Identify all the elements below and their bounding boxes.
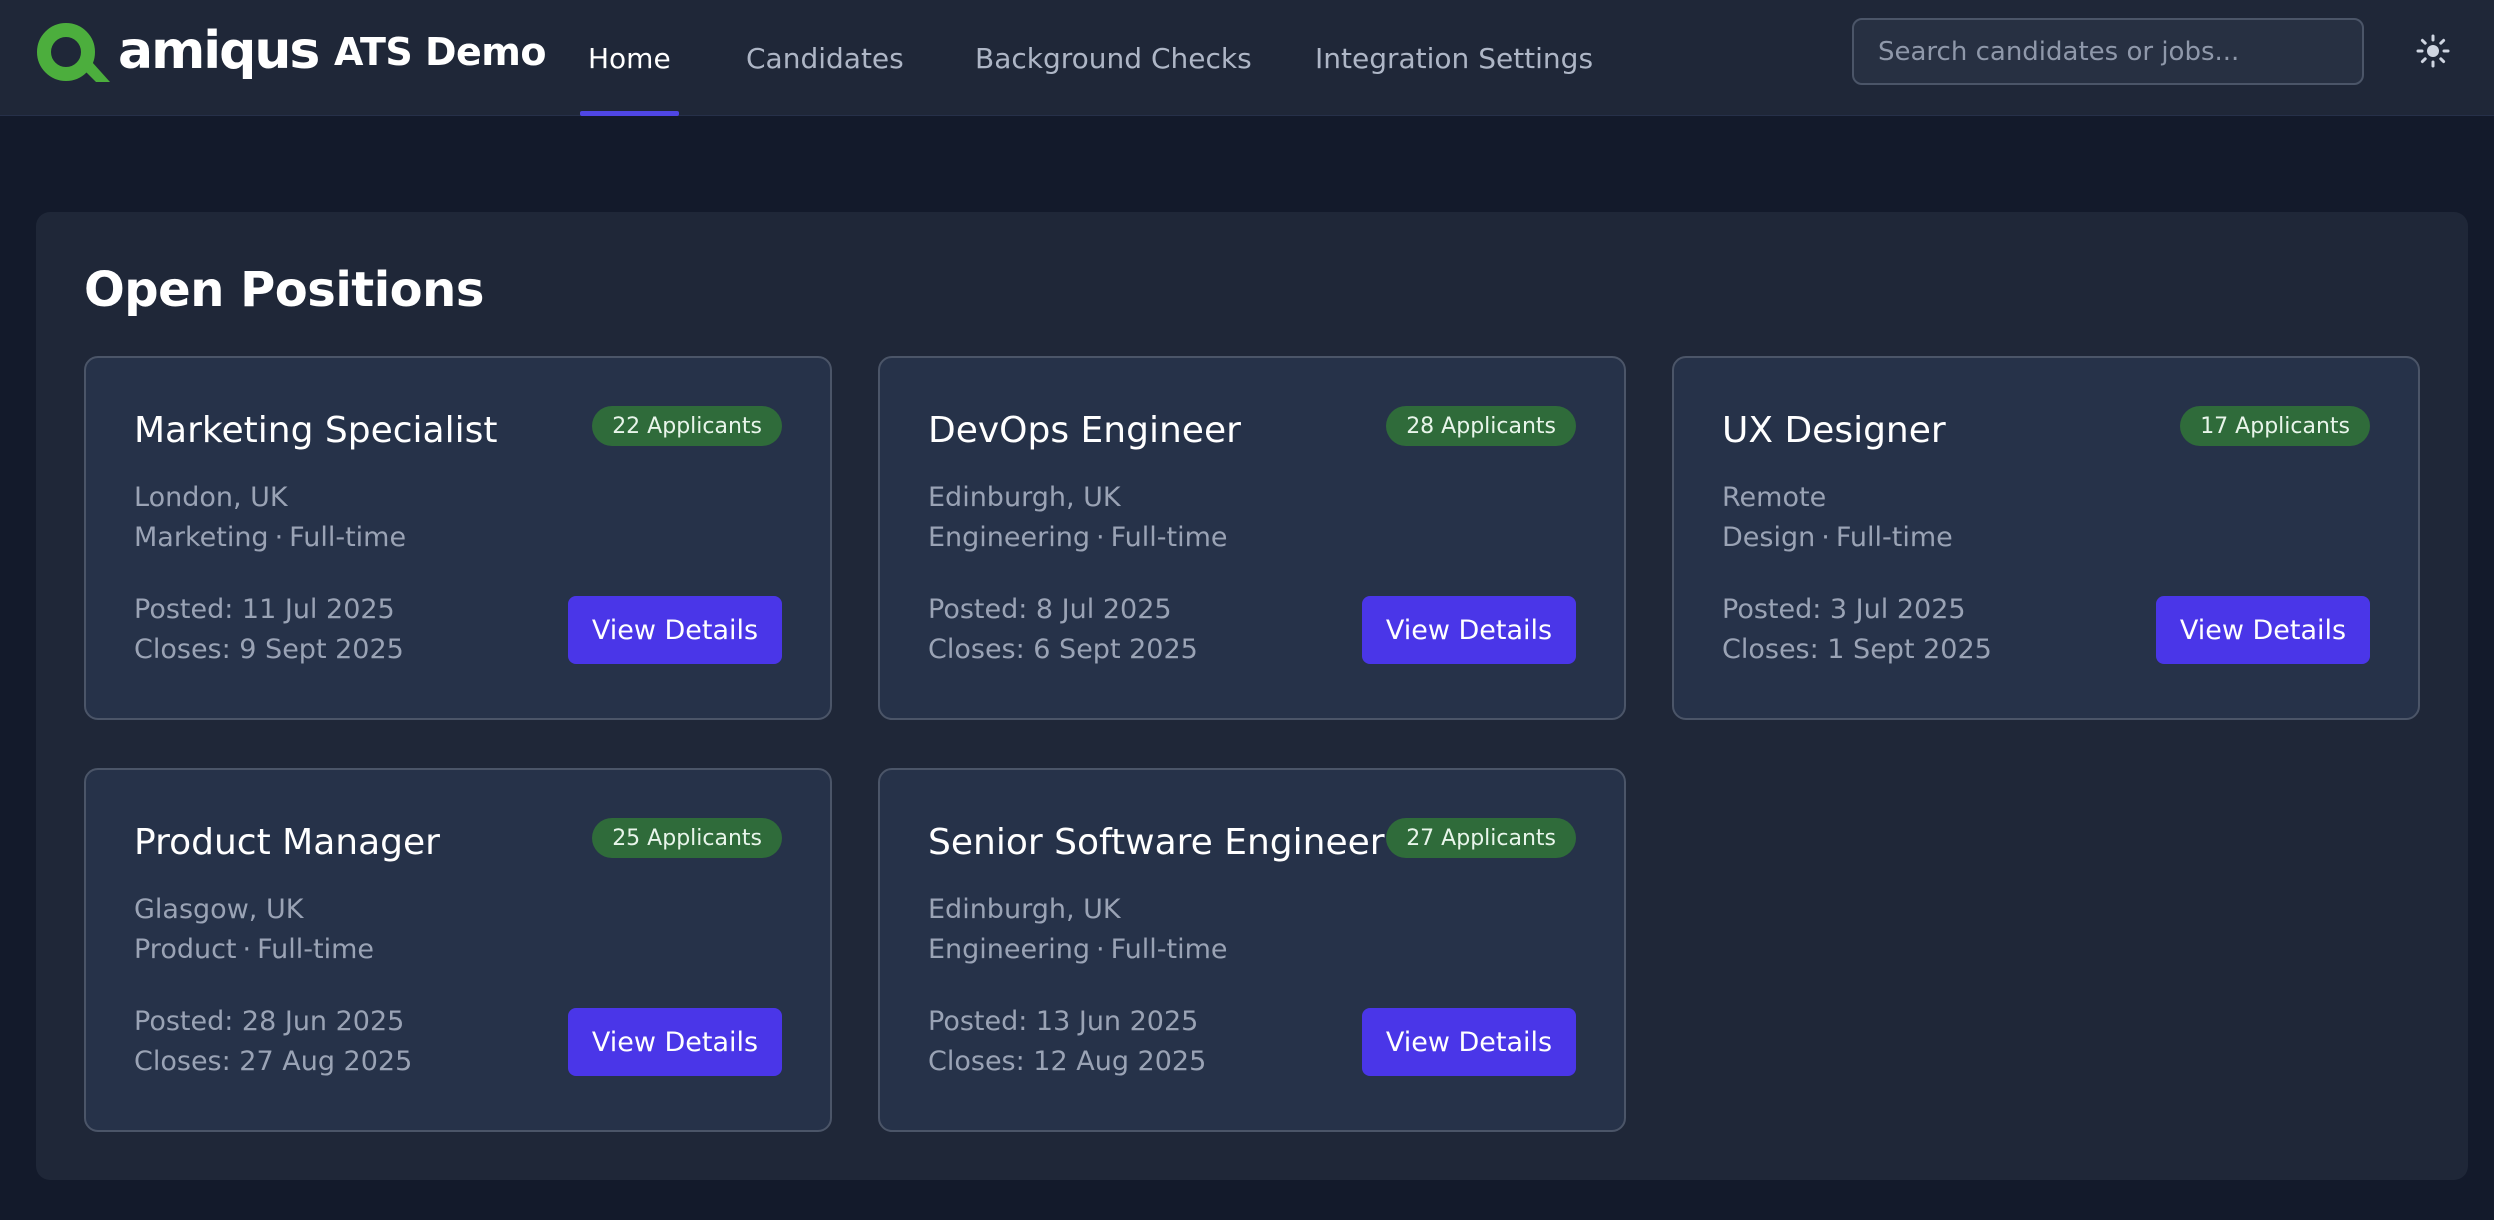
- applicants-badge: 22 Applicants: [592, 406, 782, 446]
- job-card: DevOps Engineer 28 Applicants Edinburgh,…: [878, 356, 1626, 720]
- job-card: Marketing Specialist 22 Applicants Londo…: [84, 356, 832, 720]
- search-input[interactable]: [1878, 36, 2338, 67]
- meta-separator: ·: [1096, 522, 1105, 553]
- job-location: Remote: [1722, 482, 1827, 513]
- nav-home[interactable]: Home: [580, 0, 679, 116]
- job-department-type: Product · Full-time: [134, 934, 374, 965]
- view-details-button[interactable]: View Details: [1362, 596, 1576, 664]
- job-type: Full-time: [1110, 522, 1228, 553]
- meta-separator: ·: [274, 522, 284, 553]
- job-department: Engineering: [928, 934, 1090, 965]
- applicants-badge: 28 Applicants: [1386, 406, 1576, 446]
- theme-toggle-button[interactable]: [2412, 30, 2454, 72]
- top-navbar: amiqus ATS Demo Home Candidates Backgrou…: [0, 0, 2494, 116]
- job-type: Full-time: [257, 934, 375, 965]
- job-department: Marketing: [134, 522, 269, 553]
- job-location: Glasgow, UK: [134, 894, 304, 925]
- job-closing-date: Closes: 1 Sept 2025: [1722, 634, 1992, 665]
- job-title: Product Manager: [134, 822, 440, 863]
- job-card: Senior Software Engineer 27 Applicants E…: [878, 768, 1626, 1132]
- open-positions-panel: Open Positions Marketing Specialist 22 A…: [36, 212, 2468, 1180]
- job-closing-date: Closes: 27 Aug 2025: [134, 1046, 413, 1077]
- sun-icon: [2416, 34, 2450, 68]
- job-location: Edinburgh, UK: [928, 482, 1121, 513]
- meta-separator: ·: [1821, 522, 1830, 553]
- applicants-badge: 25 Applicants: [592, 818, 782, 858]
- job-department: Engineering: [928, 522, 1090, 553]
- job-title: DevOps Engineer: [928, 410, 1241, 451]
- job-closing-date: Closes: 9 Sept 2025: [134, 634, 404, 665]
- job-location: Edinburgh, UK: [928, 894, 1121, 925]
- job-posted-date: Posted: 11 Jul 2025: [134, 594, 395, 625]
- meta-separator: ·: [1096, 934, 1105, 965]
- job-department-type: Marketing · Full-time: [134, 522, 406, 553]
- job-department: Product: [134, 934, 237, 965]
- search-box: [1852, 18, 2364, 85]
- job-location: London, UK: [134, 482, 288, 513]
- job-posted-date: Posted: 3 Jul 2025: [1722, 594, 1966, 625]
- job-closing-date: Closes: 6 Sept 2025: [928, 634, 1198, 665]
- job-posted-date: Posted: 13 Jun 2025: [928, 1006, 1199, 1037]
- job-closing-date: Closes: 12 Aug 2025: [928, 1046, 1207, 1077]
- job-posted-date: Posted: 28 Jun 2025: [134, 1006, 405, 1037]
- amiqus-logo[interactable]: amiqus: [34, 18, 320, 84]
- job-title: Marketing Specialist: [134, 410, 498, 451]
- applicants-badge: 27 Applicants: [1386, 818, 1576, 858]
- view-details-button[interactable]: View Details: [568, 1008, 782, 1076]
- nav-candidates[interactable]: Candidates: [746, 0, 904, 116]
- meta-separator: ·: [242, 934, 252, 965]
- view-details-button[interactable]: View Details: [568, 596, 782, 664]
- logo-wordmark: amiqus: [118, 21, 320, 81]
- view-details-button[interactable]: View Details: [2156, 596, 2370, 664]
- job-card: Product Manager 25 Applicants Glasgow, U…: [84, 768, 832, 1132]
- job-type: Full-time: [1835, 522, 1953, 553]
- job-posted-date: Posted: 8 Jul 2025: [928, 594, 1172, 625]
- view-details-button[interactable]: View Details: [1362, 1008, 1576, 1076]
- job-type: Full-time: [289, 522, 407, 553]
- job-type: Full-time: [1110, 934, 1228, 965]
- applicants-badge: 17 Applicants: [2180, 406, 2370, 446]
- page-title: Open Positions: [84, 262, 484, 318]
- job-title: Senior Software Engineer: [928, 822, 1385, 863]
- nav-background-checks[interactable]: Background Checks: [975, 0, 1252, 116]
- job-title: UX Designer: [1722, 410, 1946, 451]
- job-department: Design: [1722, 522, 1816, 553]
- job-department-type: Design · Full-time: [1722, 522, 1953, 553]
- job-department-type: Engineering · Full-time: [928, 522, 1228, 553]
- job-card: UX Designer 17 Applicants Remote Design ·…: [1672, 356, 2420, 720]
- nav-integration-settings[interactable]: Integration Settings: [1315, 0, 1593, 116]
- job-department-type: Engineering · Full-time: [928, 934, 1228, 965]
- app-name: ATS Demo: [334, 30, 547, 74]
- amiqus-logo-icon: [37, 23, 110, 82]
